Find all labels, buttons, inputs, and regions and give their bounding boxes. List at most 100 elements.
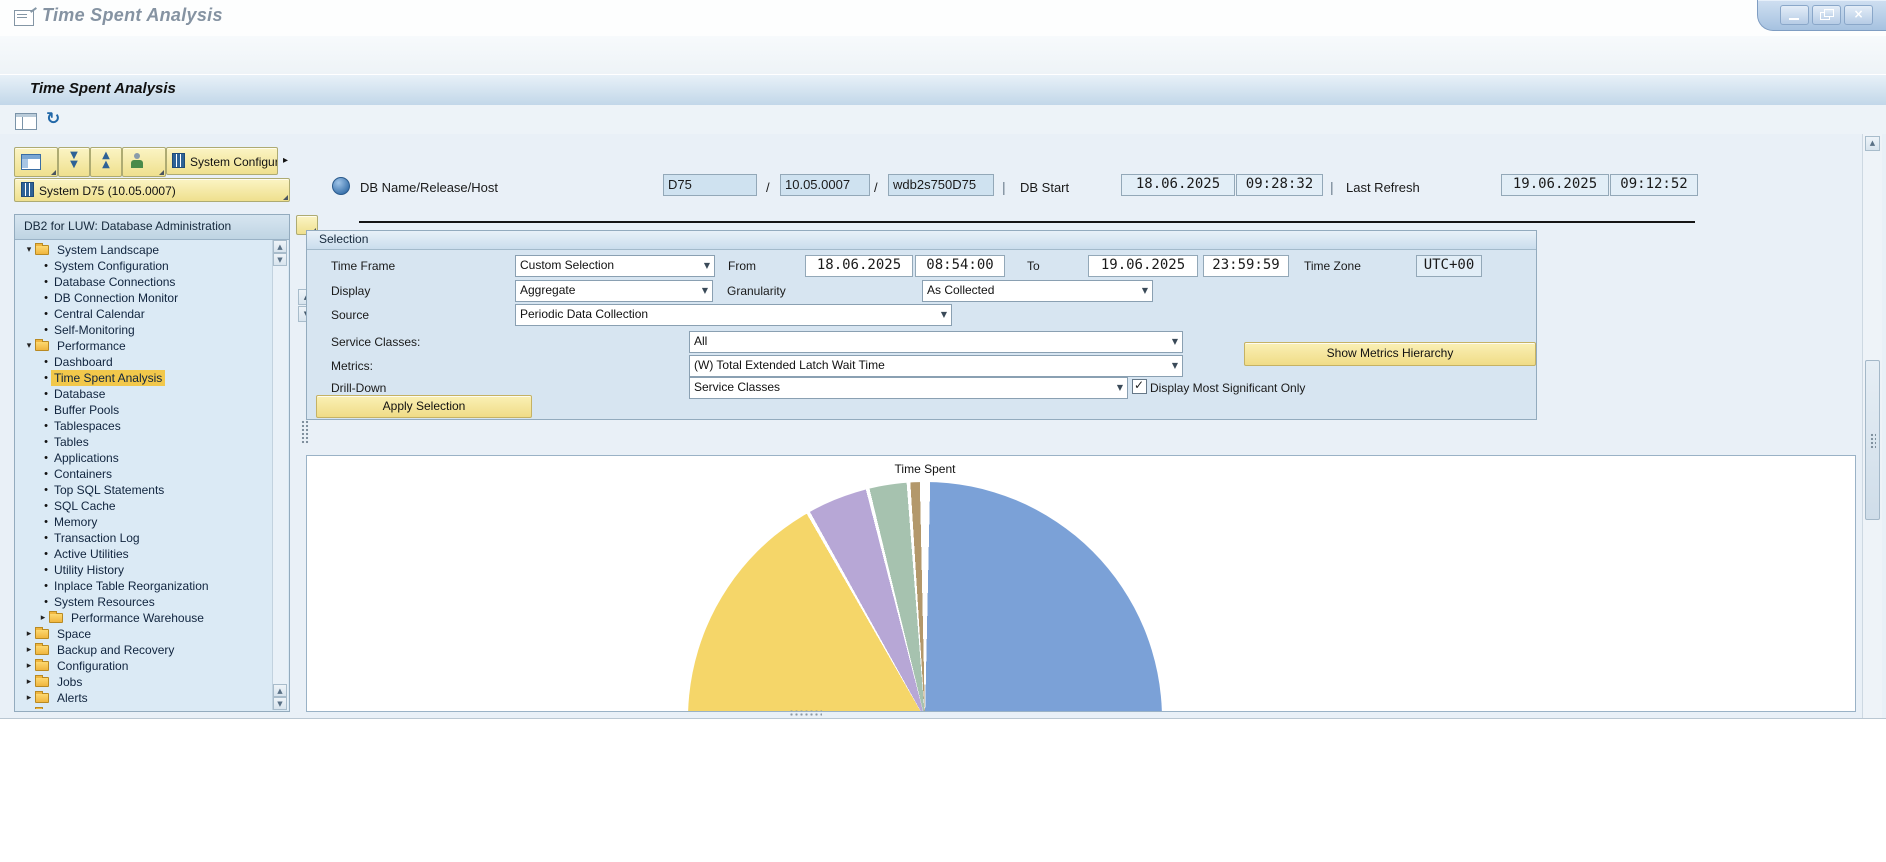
to-date-field[interactable]: 19.06.2025 bbox=[1088, 255, 1198, 277]
tree-item[interactable]: •SQL Cache bbox=[17, 498, 272, 514]
tree-item-label: Self-Monitoring bbox=[51, 322, 138, 338]
scrollbar-thumb[interactable] bbox=[1865, 360, 1880, 520]
bullet-icon: • bbox=[41, 514, 51, 530]
service-classes-dropdown[interactable]: All▼ bbox=[689, 331, 1183, 353]
refresh-icon[interactable]: ↻ bbox=[46, 109, 60, 129]
pie-chart[interactable] bbox=[688, 482, 1162, 712]
collapse-all-button[interactable]: ▼ ▼ bbox=[58, 147, 90, 177]
to-time-field[interactable]: 23:59:59 bbox=[1203, 255, 1289, 277]
tree-item[interactable]: •Database Connections bbox=[17, 274, 272, 290]
scroll-up-icon[interactable]: ▲ bbox=[273, 240, 287, 253]
apply-selection-button[interactable]: Apply Selection bbox=[316, 395, 532, 418]
granularity-dropdown[interactable]: As Collected▼ bbox=[922, 280, 1153, 302]
bullet-icon: • bbox=[41, 354, 51, 370]
drill-down-dropdown[interactable]: Service Classes▼ bbox=[689, 377, 1128, 399]
transaction-icon[interactable] bbox=[14, 10, 34, 26]
restore-button[interactable] bbox=[1812, 5, 1841, 25]
tree-item[interactable]: •Dashboard bbox=[17, 354, 272, 370]
chart-title: Time Spent bbox=[845, 462, 1005, 476]
from-time-field[interactable]: 08:54:00 bbox=[915, 255, 1005, 277]
bullet-icon: • bbox=[41, 498, 51, 514]
bullet-icon: • bbox=[41, 418, 51, 434]
tree-item-label: Tablespaces bbox=[51, 418, 124, 434]
scroll-down-icon[interactable]: ▼ bbox=[273, 253, 287, 266]
scroll-up-icon[interactable]: ▲ bbox=[1865, 136, 1880, 151]
time-zone-field: UTC+00 bbox=[1416, 255, 1482, 277]
service-classes-label: Service Classes: bbox=[331, 335, 420, 349]
bullet-icon: • bbox=[41, 370, 51, 386]
scroll-down-icon[interactable]: ▼ bbox=[273, 697, 287, 710]
tree-item[interactable]: ▸Space bbox=[17, 626, 272, 642]
tree-item[interactable]: •Memory bbox=[17, 514, 272, 530]
tree-scrollbar[interactable]: ▲ ▼ ▲ ▼ bbox=[272, 240, 288, 710]
vertical-scrollbar[interactable]: ▲ bbox=[1862, 134, 1882, 718]
tree-item[interactable]: •Utility History bbox=[17, 562, 272, 578]
most-significant-checkbox[interactable] bbox=[1132, 379, 1147, 394]
sap-gui-window: Time Spent Analysis × ✓ ▼ « « ∧ × ▲ ▲ ▼ … bbox=[0, 0, 1886, 862]
tree-item[interactable]: •Top SQL Statements bbox=[17, 482, 272, 498]
chevron-down-icon[interactable]: ▾ bbox=[23, 242, 35, 258]
layout-button[interactable] bbox=[14, 147, 58, 177]
tree-item[interactable]: ▸Alerts bbox=[17, 690, 272, 706]
tree-item[interactable]: ▸Configuration bbox=[17, 658, 272, 674]
from-date-field[interactable]: 18.06.2025 bbox=[805, 255, 913, 277]
show-metrics-hierarchy-button[interactable]: Show Metrics Hierarchy bbox=[1244, 342, 1536, 366]
source-label: Source bbox=[331, 308, 369, 322]
chevron-down-icon: ▼ bbox=[1142, 281, 1148, 301]
time-frame-dropdown[interactable]: Custom Selection▼ bbox=[515, 255, 715, 277]
tree-item[interactable]: •Inplace Table Reorganization bbox=[17, 578, 272, 594]
tree-item[interactable]: •Transaction Log bbox=[17, 530, 272, 546]
chevron-right-icon[interactable]: ▸ bbox=[23, 658, 35, 674]
show-lists-icon[interactable] bbox=[15, 113, 37, 130]
db-info-label: DB Name/Release/Host bbox=[360, 180, 498, 195]
tree-item[interactable]: ▾System Landscape bbox=[17, 242, 272, 258]
tree-item-label: Backup and Recovery bbox=[54, 642, 177, 658]
chevron-right-icon[interactable]: ▸ bbox=[23, 642, 35, 658]
tree-item[interactable]: •Containers bbox=[17, 466, 272, 482]
navigation-tree-panel: DB2 for LUW: Database Administration ▾Sy… bbox=[14, 214, 290, 712]
tree-item[interactable]: •Buffer Pools bbox=[17, 402, 272, 418]
tree-item[interactable]: ▾Performance bbox=[17, 338, 272, 354]
minimize-button[interactable] bbox=[1780, 5, 1809, 25]
tree-item[interactable]: •Active Utilities bbox=[17, 546, 272, 562]
user-settings-button[interactable] bbox=[122, 147, 166, 177]
database-icon bbox=[332, 177, 350, 195]
tree-item[interactable]: •Applications bbox=[17, 450, 272, 466]
splitter-grip[interactable] bbox=[301, 420, 309, 444]
tree-item[interactable]: ▸ Backup and Recovery bbox=[17, 642, 272, 658]
tree-item[interactable]: •Time Spent Analysis bbox=[17, 370, 272, 386]
horizontal-splitter-grip[interactable] bbox=[788, 710, 822, 716]
tree-item[interactable]: •System Configuration bbox=[17, 258, 272, 274]
chevron-right-icon[interactable]: ▸ bbox=[23, 690, 35, 706]
tree-item[interactable]: •Tables bbox=[17, 434, 272, 450]
folder-icon bbox=[35, 677, 49, 687]
bullet-icon: • bbox=[41, 594, 51, 610]
tree-items: ▾System Landscape•System Configuration•D… bbox=[17, 242, 272, 709]
tree-item[interactable]: ▸Performance Warehouse bbox=[17, 610, 272, 626]
tree-item[interactable]: •Central Calendar bbox=[17, 306, 272, 322]
tree-item[interactable]: •System Resources bbox=[17, 594, 272, 610]
chevron-right-icon[interactable]: ▸ bbox=[37, 610, 49, 626]
tree-item[interactable]: •Database bbox=[17, 386, 272, 402]
bullet-icon: • bbox=[41, 386, 51, 402]
chevron-down-icon[interactable]: ▾ bbox=[23, 338, 35, 354]
tree-item[interactable]: •Tablespaces bbox=[17, 418, 272, 434]
tree-item[interactable]: •Self-Monitoring bbox=[17, 322, 272, 338]
selected-system-button[interactable]: System D75 (10.05.0007) bbox=[14, 178, 290, 202]
tree-item[interactable]: ▸Jobs bbox=[17, 674, 272, 690]
chevron-right-icon[interactable]: ▸ bbox=[23, 626, 35, 642]
system-configuration-button[interactable]: System Configura bbox=[166, 147, 278, 175]
chart-panel: Time Spent bbox=[306, 455, 1856, 712]
close-button[interactable]: × bbox=[1844, 5, 1873, 25]
metrics-dropdown[interactable]: (W) Total Extended Latch Wait Time▼ bbox=[689, 355, 1183, 377]
source-dropdown[interactable]: Periodic Data Collection▼ bbox=[515, 304, 952, 326]
chevron-right-icon[interactable]: ▸ bbox=[23, 674, 35, 690]
toolbar-overflow-arrow[interactable]: ▸ bbox=[280, 147, 291, 175]
display-dropdown[interactable]: Aggregate▼ bbox=[515, 280, 713, 302]
scroll-up-icon[interactable]: ▲ bbox=[273, 684, 287, 697]
chevron-right-icon[interactable]: ▸ bbox=[23, 706, 35, 709]
tree-item[interactable]: ▸Diagnostics bbox=[17, 706, 272, 709]
expand-all-button[interactable]: ▲ ▲ bbox=[90, 147, 122, 177]
tree-item[interactable]: •DB Connection Monitor bbox=[17, 290, 272, 306]
tree-item-label: Time Spent Analysis bbox=[51, 370, 165, 386]
